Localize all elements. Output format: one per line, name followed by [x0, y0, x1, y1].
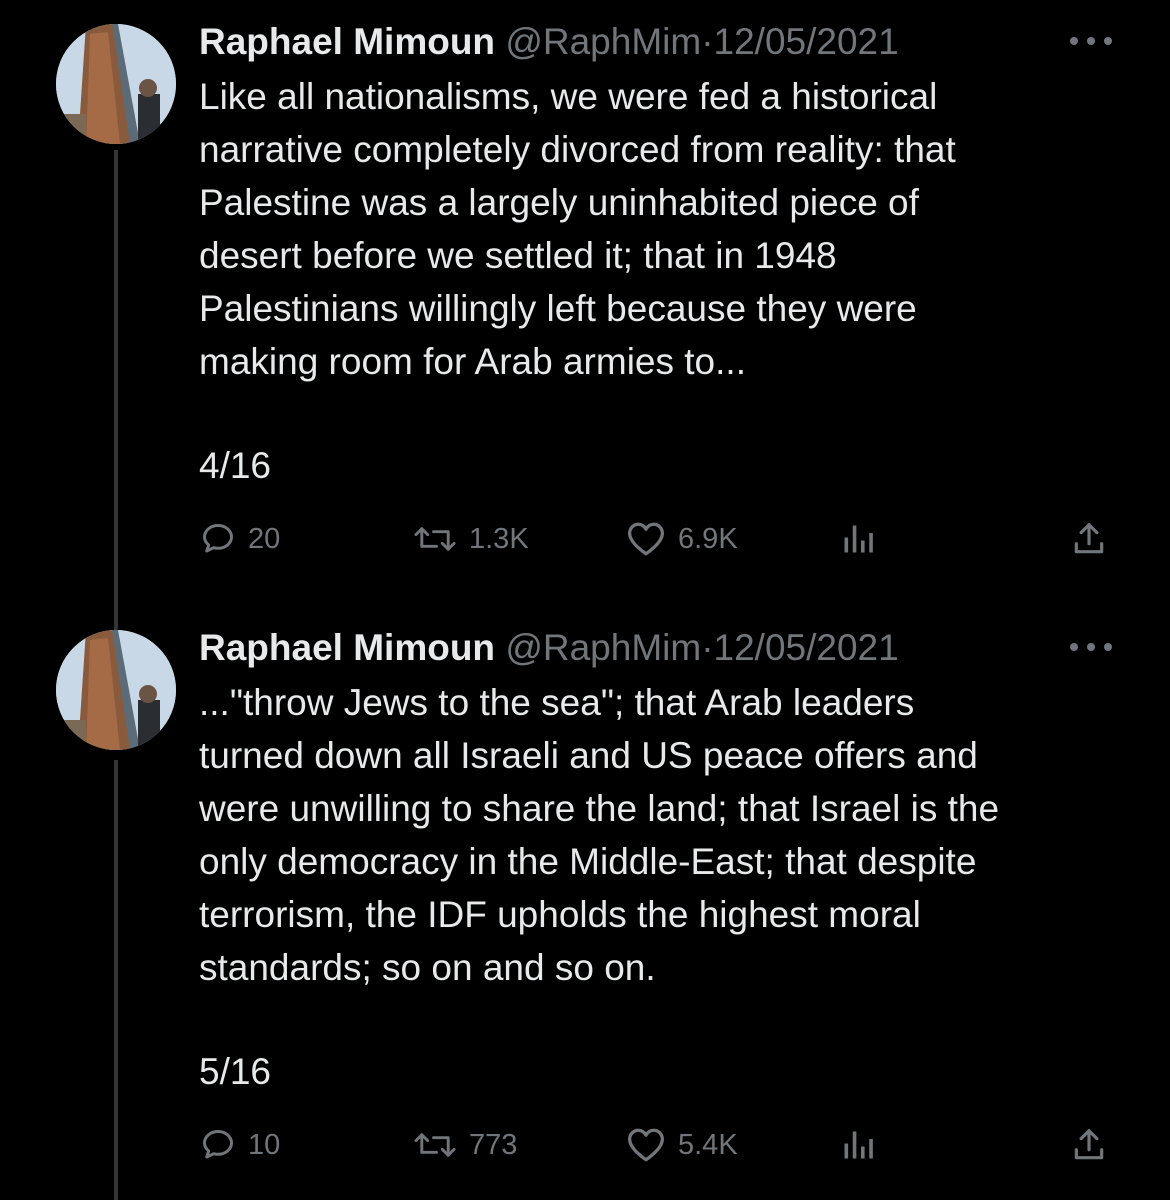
share-icon	[1070, 520, 1108, 558]
share-button[interactable]	[1070, 517, 1108, 561]
thread-counter: 4/16	[199, 445, 272, 486]
tweet[interactable]: Raphael Mimoun @RaphMim·12/05/2021 Like …	[0, 20, 1170, 580]
avatar[interactable]	[56, 630, 176, 750]
reply-button[interactable]: 20	[200, 517, 280, 561]
reply-icon	[200, 1127, 236, 1163]
reply-count: 20	[248, 522, 281, 555]
author-handle[interactable]: @RaphMim	[505, 21, 701, 62]
reply-count: 10	[248, 1128, 281, 1161]
like-count: 6.9K	[678, 522, 738, 555]
retweet-button[interactable]: 1.3K	[413, 517, 529, 561]
retweet-icon	[413, 1127, 457, 1163]
share-button[interactable]	[1070, 1123, 1108, 1167]
retweet-count: 773	[469, 1128, 518, 1161]
separator-dot: ·	[701, 627, 714, 668]
more-icon[interactable]	[1068, 640, 1114, 652]
separator-dot: ·	[701, 21, 714, 62]
heart-icon	[626, 521, 666, 557]
reply-button[interactable]: 10	[200, 1123, 280, 1167]
tweet-text: Like all nationalisms, we were fed a his…	[199, 76, 956, 382]
retweet-button[interactable]: 773	[413, 1123, 517, 1167]
retweet-icon	[413, 521, 457, 557]
like-count: 5.4K	[678, 1128, 738, 1161]
thread-counter: 5/16	[199, 1051, 272, 1092]
like-button[interactable]: 6.9K	[626, 517, 738, 561]
analytics-icon	[840, 1127, 876, 1163]
reply-icon	[200, 521, 236, 557]
tweet[interactable]: Raphael Mimoun @RaphMim·12/05/2021 ..."t…	[0, 626, 1170, 1186]
views-button[interactable]	[840, 1123, 876, 1167]
author-handle[interactable]: @RaphMim	[505, 627, 701, 668]
tweet-date[interactable]: 12/05/2021	[714, 627, 899, 668]
tweet-header: Raphael Mimoun @RaphMim·12/05/2021	[199, 626, 899, 670]
like-button[interactable]: 5.4K	[626, 1123, 738, 1167]
heart-icon	[626, 1127, 666, 1163]
avatar-photo	[56, 24, 176, 144]
avatar-photo	[56, 630, 176, 750]
author-name[interactable]: Raphael Mimoun	[199, 21, 495, 62]
more-icon[interactable]	[1068, 34, 1114, 46]
tweet-text: ..."throw Jews to the sea"; that Arab le…	[199, 682, 1000, 988]
retweet-count: 1.3K	[469, 522, 529, 555]
tweet-date[interactable]: 12/05/2021	[714, 21, 899, 62]
avatar[interactable]	[56, 24, 176, 144]
author-name[interactable]: Raphael Mimoun	[199, 627, 495, 668]
tweet-header: Raphael Mimoun @RaphMim·12/05/2021	[199, 20, 899, 64]
views-button[interactable]	[840, 517, 876, 561]
analytics-icon	[840, 521, 876, 557]
share-icon	[1070, 1126, 1108, 1164]
